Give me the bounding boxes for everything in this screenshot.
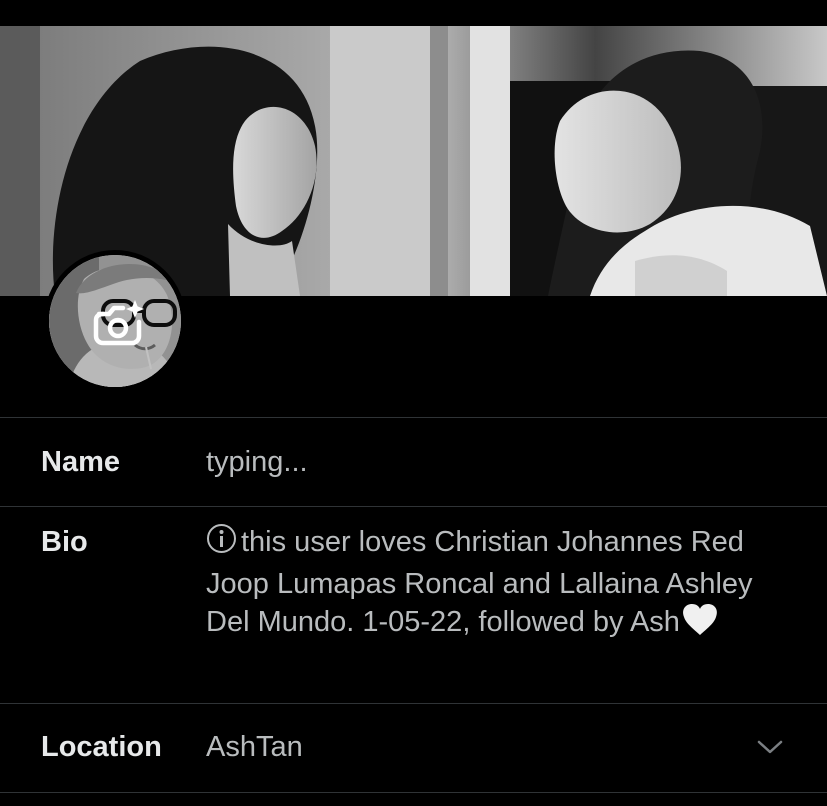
- location-field[interactable]: AshTan: [206, 728, 303, 766]
- divider-location: [0, 792, 827, 793]
- name-field[interactable]: typing...: [206, 443, 308, 481]
- chevron-down-icon[interactable]: [756, 737, 784, 757]
- divider-bio: [0, 703, 827, 704]
- top-black-strip: [0, 0, 827, 26]
- bio-label: Bio: [41, 526, 88, 558]
- name-label: Name: [41, 446, 120, 478]
- bio-field[interactable]: this user loves Christian Johannes Red J…: [206, 523, 796, 648]
- info-icon: [206, 523, 237, 565]
- bio-text: this user loves Christian Johannes Red J…: [206, 526, 753, 638]
- camera-sparkle-icon[interactable]: [91, 297, 147, 349]
- avatar[interactable]: [49, 255, 181, 387]
- white-heart-icon: [681, 603, 719, 648]
- location-label: Location: [41, 731, 162, 763]
- divider-name: [0, 506, 827, 507]
- avatar-border: [44, 250, 186, 392]
- divider-top: [0, 417, 827, 418]
